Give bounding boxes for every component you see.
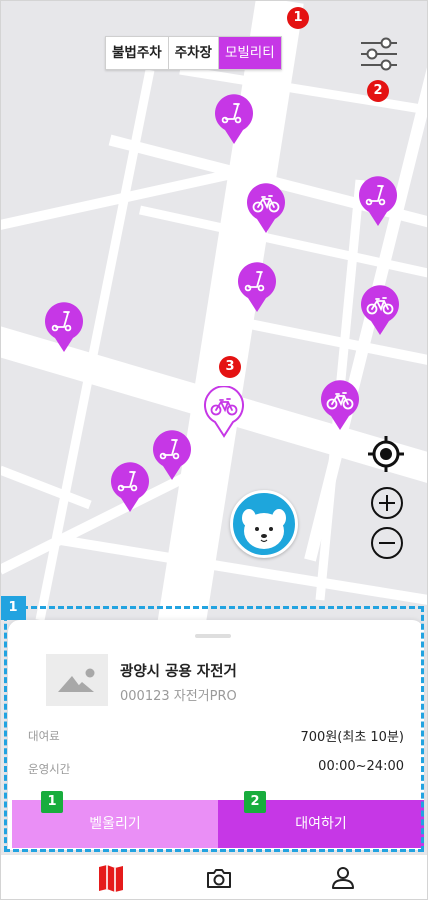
bicycle-icon — [321, 380, 359, 430]
vehicle-detail-sheet: 광양시 공용 자전거 000123 자전거PRO 대여료 700원(최초 10분… — [8, 620, 424, 850]
user-location-avatar[interactable] — [230, 490, 298, 558]
bicycle-icon — [247, 183, 285, 233]
app-screen: 불법주차 주차장 모빌리티 1 2 3 광양시 공용 자전거 000123 자전… — [0, 0, 428, 900]
kickboard-icon — [111, 462, 149, 512]
tab-illegal-parking[interactable]: 불법주차 — [106, 37, 169, 69]
vehicle-id: 000123 자전거PRO — [120, 689, 237, 704]
tab-profile[interactable] — [328, 863, 358, 893]
map-pin-kickboard[interactable] — [108, 462, 152, 514]
locate-button[interactable] — [366, 434, 406, 474]
camera-icon — [207, 869, 231, 888]
fee-label: 대여료 — [28, 729, 60, 743]
tab-camera[interactable] — [204, 863, 234, 893]
locate-icon — [368, 436, 404, 472]
kickboard-icon — [359, 176, 397, 226]
tab-parking-lot[interactable]: 주차장 — [169, 37, 219, 69]
kickboard-icon — [153, 430, 191, 480]
kickboard-icon — [238, 262, 276, 312]
map-pin-bicycle[interactable] — [244, 183, 288, 235]
sliders-icon — [361, 37, 397, 71]
annotation-badge: 1 — [41, 791, 63, 813]
map-pin-kickboard[interactable] — [235, 262, 279, 314]
kickboard-icon — [45, 302, 83, 352]
image-placeholder-icon — [58, 668, 95, 692]
annotation-badge: 2 — [367, 80, 389, 102]
hours-label: 운영시간 — [28, 762, 71, 776]
hours-value: 00:00~24:00 — [318, 759, 404, 774]
annotation-badge: 1 — [0, 596, 26, 620]
bicycle-icon — [204, 386, 244, 438]
sheet-drag-handle[interactable] — [195, 634, 231, 638]
tab-mobility[interactable]: 모빌리티 — [218, 37, 281, 69]
fee-value: 700원(최초 10분) — [300, 730, 404, 745]
map-pin-bicycle-selected[interactable] — [202, 386, 246, 438]
map-pin-bicycle[interactable] — [318, 380, 362, 432]
annotation-badge: 1 — [287, 7, 309, 29]
bottom-tab-bar — [0, 854, 428, 900]
map-pin-kickboard[interactable] — [212, 94, 256, 146]
category-segment: 불법주차 주차장 모빌리티 — [105, 36, 282, 70]
zoom-out-button[interactable] — [370, 526, 404, 560]
map-pin-kickboard[interactable] — [150, 430, 194, 482]
filter-button[interactable] — [358, 34, 400, 74]
map-icon — [99, 865, 123, 892]
bicycle-icon — [361, 285, 399, 335]
dog-avatar-icon — [242, 509, 286, 549]
map-pin-kickboard[interactable] — [356, 176, 400, 228]
map-pin-bicycle[interactable] — [358, 285, 402, 337]
annotation-badge: 3 — [219, 356, 241, 378]
map-pin-kickboard[interactable] — [42, 302, 86, 354]
vehicle-thumbnail — [46, 654, 108, 706]
zoom-out-icon — [371, 527, 403, 559]
profile-icon — [332, 867, 354, 889]
zoom-in-button[interactable] — [370, 486, 404, 520]
annotation-badge: 2 — [244, 791, 266, 813]
vehicle-title: 광양시 공용 자전거 — [120, 664, 237, 680]
tab-map[interactable] — [96, 863, 126, 893]
kickboard-icon — [215, 94, 253, 144]
zoom-in-icon — [371, 487, 403, 519]
